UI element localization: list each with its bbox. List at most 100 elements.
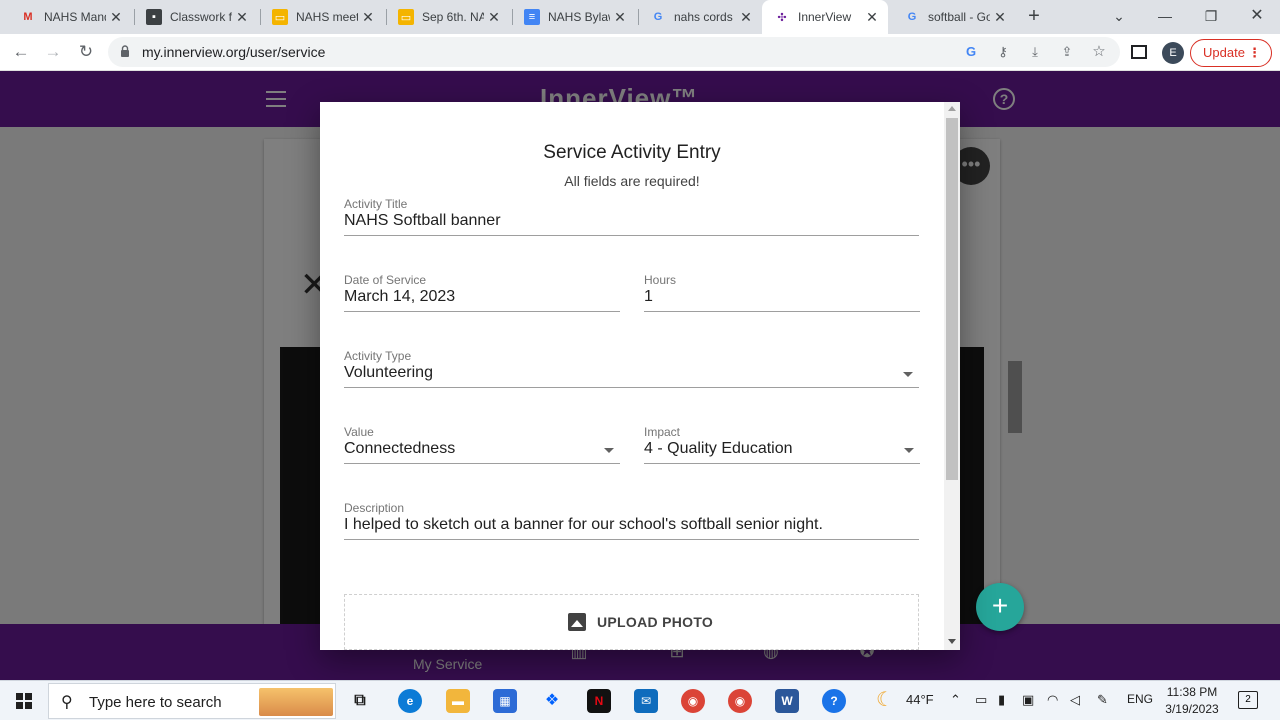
reload-icon[interactable]: ↻ <box>74 40 98 64</box>
add-fab-button[interactable]: + <box>976 583 1024 631</box>
dialog-subtitle: All fields are required! <box>564 173 700 189</box>
minimize-icon[interactable]: — <box>1150 4 1180 28</box>
tab-title: Classwork for <box>170 10 232 24</box>
edge-icon[interactable]: e <box>398 689 422 713</box>
system-clock[interactable]: 11:38 PM 3/19/2023 <box>1160 684 1224 718</box>
weather-moon-icon[interactable]: ☾ <box>876 687 894 712</box>
tab-classroom[interactable]: ▪ Classwork for ✕ <box>126 0 258 34</box>
dialog-scrollbar[interactable] <box>944 102 960 650</box>
new-tab-icon[interactable]: + <box>1024 6 1044 26</box>
scroll-down-arrow-icon[interactable] <box>948 639 956 644</box>
pen-icon[interactable]: ✎ <box>1097 692 1108 708</box>
google-icon: G <box>653 11 663 23</box>
field-label: Value <box>344 425 374 439</box>
close-icon[interactable]: ✕ <box>360 9 376 25</box>
activity-title-field[interactable]: Activity Title NAHS Softball banner <box>344 197 919 241</box>
description-field[interactable]: Description I helped to sketch out a ban… <box>344 501 919 545</box>
address-bar[interactable]: my.innerview.org/user/service G ⚷ ⤓ ⇪ ☆ <box>108 37 1120 67</box>
tab-google-nahs-cords[interactable]: G nahs cords ✕ <box>630 0 762 34</box>
file-explorer-icon[interactable]: ▬ <box>446 689 470 713</box>
word-icon[interactable]: W <box>775 689 799 713</box>
activity-type-select[interactable]: Activity Type Volunteering <box>344 349 919 393</box>
wifi-icon[interactable]: ◠ <box>1047 692 1058 708</box>
slides-icon: ▭ <box>272 9 288 25</box>
tray-chevron-icon[interactable]: ⌃ <box>950 692 961 708</box>
tab-title: nahs cords <box>674 10 733 24</box>
restore-icon[interactable]: ❐ <box>1196 4 1226 28</box>
dropdown-arrow-icon[interactable] <box>904 448 914 453</box>
notification-center-icon[interactable]: 2 <box>1238 691 1258 709</box>
tab-search-chevron-icon[interactable]: ⌄ <box>1104 4 1134 28</box>
install-app-icon[interactable]: ⤓ <box>1026 43 1044 61</box>
volume-icon[interactable]: ◁ <box>1070 692 1080 708</box>
tab-title: NAHS Mandatory <box>44 10 106 24</box>
tab-gmail[interactable]: M NAHS Mandatory ✕ <box>0 0 132 34</box>
field-label: Date of Service <box>344 273 427 287</box>
field-underline <box>644 463 920 464</box>
google-lens-icon[interactable]: G <box>962 43 980 61</box>
dropbox-icon[interactable]: ❖ <box>540 689 564 713</box>
slides-icon: ▭ <box>398 9 414 25</box>
innerview-icon: ✣ <box>777 11 787 24</box>
field-value: Volunteering <box>344 364 433 381</box>
store-icon[interactable]: ▦ <box>493 689 517 713</box>
tab-title: NAHS Bylaws <box>548 10 610 24</box>
netflix-icon[interactable]: N <box>587 689 611 713</box>
close-icon[interactable]: ✕ <box>612 9 628 25</box>
impact-select[interactable]: Impact 4 - Quality Education <box>644 425 920 469</box>
windows-start-icon[interactable] <box>16 693 32 709</box>
task-view-icon[interactable]: ⧉ <box>348 689 372 713</box>
close-icon[interactable]: ✕ <box>738 9 754 25</box>
close-icon[interactable]: ✕ <box>108 9 124 25</box>
search-highlight-image <box>259 688 333 716</box>
meet-icon[interactable]: ▭ <box>975 692 987 708</box>
field-underline <box>344 387 919 388</box>
browser-toolbar: ← → ↻ my.innerview.org/user/service G ⚷ … <box>0 34 1280 71</box>
profile-avatar[interactable]: E <box>1162 42 1184 64</box>
chrome-icon[interactable]: ◉ <box>681 689 705 713</box>
hours-field[interactable]: Hours 1 <box>644 273 920 317</box>
field-underline <box>644 311 920 312</box>
close-icon[interactable]: ✕ <box>864 9 880 25</box>
close-icon[interactable]: ✕ <box>234 9 250 25</box>
window-close-icon[interactable]: ✕ <box>1242 4 1272 28</box>
dropdown-arrow-icon[interactable] <box>604 448 614 453</box>
search-icon: ⚲ <box>61 694 73 711</box>
weather-temp[interactable]: 44°F <box>906 692 934 707</box>
share-icon[interactable]: ⇪ <box>1058 43 1076 61</box>
tab-google-softball[interactable]: G softball - Google ✕ <box>884 0 1016 34</box>
field-underline <box>344 235 919 236</box>
tab-docs-bylaws[interactable]: ≡ NAHS Bylaws ✕ <box>504 0 636 34</box>
update-label: Update <box>1203 45 1245 60</box>
tab-title: softball - Google <box>928 10 990 24</box>
close-icon[interactable]: ✕ <box>486 9 502 25</box>
back-arrow-icon[interactable]: ← <box>9 40 33 64</box>
taskbar-search-box[interactable]: ⚲ Type here to search <box>48 683 336 719</box>
date-of-service-field[interactable]: Date of Service March 14, 2023 <box>344 273 620 317</box>
image-icon <box>568 613 586 631</box>
upload-photo-button[interactable]: UPLOAD PHOTO <box>344 594 919 650</box>
language-indicator[interactable]: ENG <box>1127 692 1153 706</box>
battery-icon[interactable]: ▮ <box>998 692 1005 708</box>
help-app-icon[interactable]: ? <box>822 689 846 713</box>
field-value: 4 - Quality Education <box>644 440 793 457</box>
network-icon[interactable]: ▣ <box>1022 692 1034 708</box>
bookmark-star-icon[interactable]: ☆ <box>1090 43 1108 61</box>
chrome-profile-icon[interactable]: ◉ <box>728 689 752 713</box>
upload-photo-label: UPLOAD PHOTO <box>597 614 714 630</box>
tab-slides-sep6[interactable]: ▭ Sep 6th. NAHS ✕ <box>378 0 510 34</box>
tab-innerview-active[interactable]: ✣ InnerView ✕ <box>762 0 888 34</box>
field-label: Activity Title <box>344 197 408 211</box>
key-icon[interactable]: ⚷ <box>994 43 1012 61</box>
scroll-up-arrow-icon[interactable] <box>948 106 956 111</box>
update-button[interactable]: Update ⋮ <box>1190 39 1272 67</box>
close-icon[interactable]: ✕ <box>992 9 1008 25</box>
value-select[interactable]: Value Connectedness <box>344 425 620 469</box>
mail-icon[interactable]: ✉ <box>634 689 658 713</box>
dropdown-arrow-icon[interactable] <box>903 372 913 377</box>
tab-slides-meeting[interactable]: ▭ NAHS meeting ✕ <box>252 0 384 34</box>
field-underline <box>344 463 620 464</box>
forward-arrow-icon[interactable]: → <box>41 40 65 64</box>
scrollbar-thumb[interactable] <box>946 118 958 480</box>
side-panel-icon[interactable] <box>1131 45 1147 59</box>
